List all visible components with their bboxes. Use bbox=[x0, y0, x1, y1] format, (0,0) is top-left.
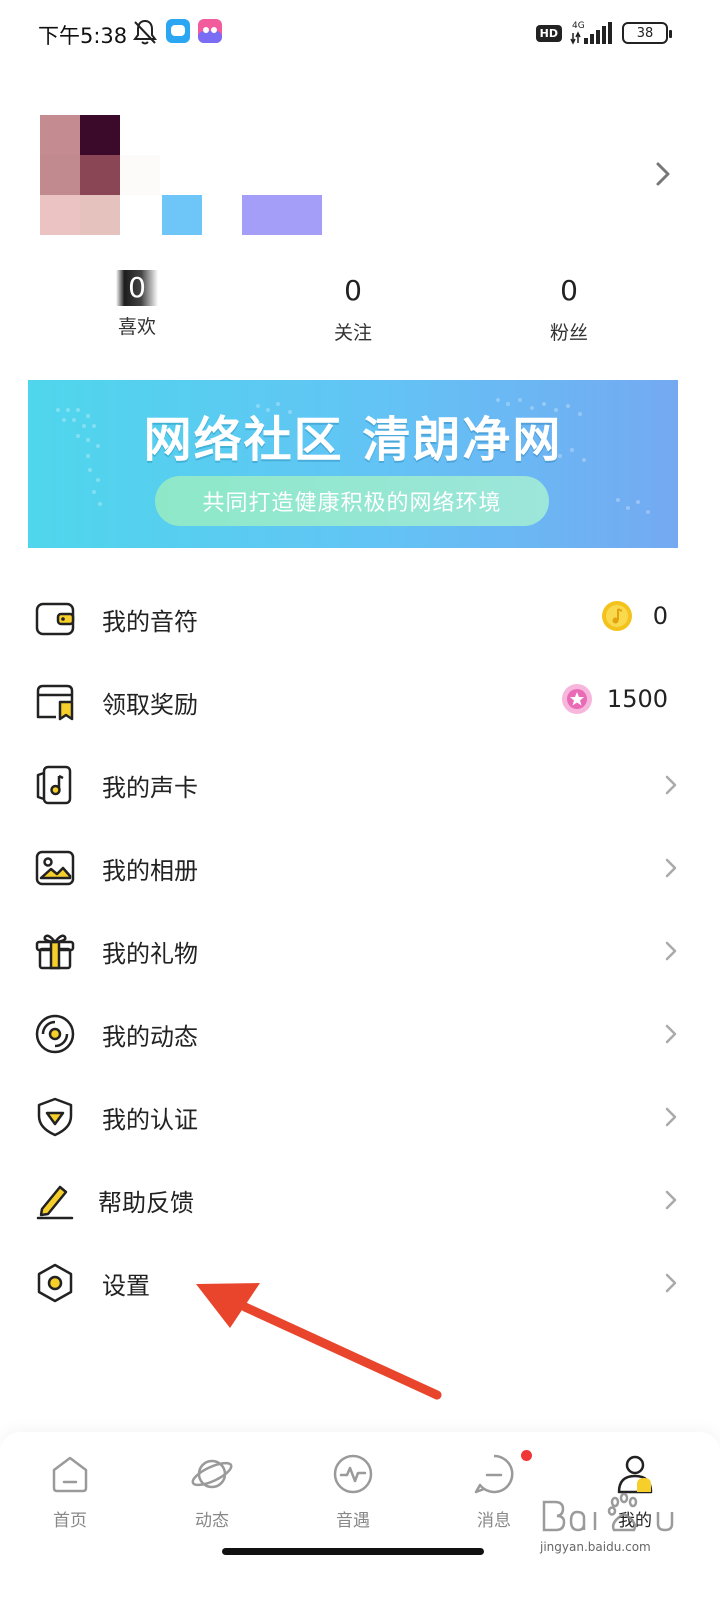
shield-icon bbox=[37, 1097, 73, 1137]
chevron-right-icon bbox=[665, 858, 677, 878]
chevron-right-icon bbox=[665, 941, 677, 961]
stat-value: 0 bbox=[116, 270, 158, 306]
nav-moments[interactable]: 动态 bbox=[162, 1452, 262, 1531]
wallet-icon bbox=[35, 602, 75, 636]
menu-item-verification[interactable]: 我的认证 bbox=[0, 1076, 720, 1159]
profile-header[interactable] bbox=[0, 100, 720, 260]
menu-label: 领取奖励 bbox=[102, 691, 198, 719]
chevron-right-icon bbox=[665, 1190, 677, 1210]
hd-badge: HD bbox=[535, 24, 562, 42]
menu-label: 我的动态 bbox=[102, 1023, 198, 1051]
stat-fans[interactable]: 0 粉丝 bbox=[499, 270, 639, 345]
battery-level: 38 bbox=[636, 25, 654, 41]
nav-label: 音遇 bbox=[336, 1511, 370, 1531]
chevron-right-icon bbox=[665, 775, 677, 795]
nav-label: 消息 bbox=[477, 1511, 511, 1531]
reward-points: 1500 bbox=[606, 685, 668, 713]
menu-label: 我的认证 bbox=[102, 1106, 198, 1134]
pulse-icon bbox=[333, 1454, 373, 1494]
pencil-icon bbox=[36, 1185, 74, 1220]
nav-messages[interactable]: 消息 bbox=[444, 1452, 544, 1531]
stat-label: 粉丝 bbox=[549, 322, 588, 344]
gold-coin-icon bbox=[602, 601, 632, 631]
menu-item-help-feedback[interactable]: 帮助反馈 bbox=[0, 1159, 720, 1242]
app-notification-icon bbox=[166, 19, 190, 43]
nav-encounter[interactable]: 音遇 bbox=[303, 1452, 403, 1531]
promo-banner[interactable]: 网络社区 清朗净网 共同打造健康积极的网络环境 bbox=[28, 380, 678, 548]
stat-value: 0 bbox=[344, 274, 362, 307]
status-right: HD 4G 38 bbox=[535, 18, 672, 48]
gift-icon bbox=[35, 934, 75, 970]
menu-label: 我的礼物 bbox=[102, 940, 198, 968]
settings-icon bbox=[37, 1263, 73, 1303]
nav-label: 动态 bbox=[195, 1511, 229, 1531]
banner-subtitle: 共同打造健康积极的网络环境 bbox=[155, 476, 549, 526]
chevron-right-icon[interactable] bbox=[654, 160, 672, 188]
stats-row: 0 喜欢 0 关注 0 粉丝 bbox=[0, 270, 720, 350]
menu-item-rewards[interactable]: 领取奖励 1500 bbox=[0, 661, 720, 744]
menu-label: 我的相册 bbox=[102, 857, 198, 885]
stat-label: 关注 bbox=[333, 322, 372, 344]
network-type: 4G bbox=[572, 21, 585, 31]
nav-home[interactable]: 首页 bbox=[20, 1452, 120, 1531]
stat-label: 喜欢 bbox=[117, 316, 156, 338]
pink-star-coin-icon bbox=[562, 684, 592, 714]
menu-item-gifts[interactable]: 我的礼物 bbox=[0, 910, 720, 993]
menu-label: 设置 bbox=[102, 1272, 150, 1300]
menu-label: 帮助反馈 bbox=[98, 1189, 194, 1217]
menu-item-album[interactable]: 我的相册 bbox=[0, 827, 720, 910]
signal-icon: 4G bbox=[570, 21, 612, 45]
menu-item-moments[interactable]: 我的动态 bbox=[0, 993, 720, 1076]
battery-icon: 38 bbox=[622, 22, 672, 44]
chevron-right-icon bbox=[665, 1107, 677, 1127]
bell-muted-icon bbox=[133, 19, 157, 45]
menu-item-sound-card[interactable]: 我的声卡 bbox=[0, 744, 720, 827]
menu-label: 我的音符 bbox=[102, 608, 198, 636]
game-notification-icon bbox=[198, 19, 222, 43]
notes-count: 0 bbox=[652, 602, 668, 630]
music-card-icon bbox=[36, 765, 72, 805]
chevron-right-icon bbox=[665, 1024, 677, 1044]
home-indicator[interactable] bbox=[222, 1548, 484, 1555]
annotation-arrow bbox=[196, 1283, 442, 1400]
chevron-right-icon bbox=[665, 1273, 677, 1293]
stat-following[interactable]: 0 关注 bbox=[283, 270, 423, 345]
stat-likes[interactable]: 0 喜欢 bbox=[67, 270, 207, 339]
reward-icon bbox=[36, 684, 74, 721]
nav-label: 首页 bbox=[53, 1511, 87, 1531]
baidu-watermark-logo bbox=[542, 1492, 674, 1532]
banner-title: 网络社区 清朗净网 bbox=[143, 412, 563, 468]
home-icon bbox=[52, 1456, 88, 1493]
planet-icon bbox=[191, 1459, 233, 1489]
notification-dot bbox=[521, 1450, 532, 1461]
menu-item-notes[interactable]: 我的音符 0 bbox=[0, 578, 720, 661]
status-time: 下午5:38 bbox=[38, 24, 128, 48]
disc-icon bbox=[35, 1014, 75, 1054]
menu-label: 我的声卡 bbox=[102, 774, 198, 802]
stat-value: 0 bbox=[560, 274, 578, 307]
album-icon bbox=[35, 850, 75, 886]
watermark-text: jingyan.baidu.com bbox=[540, 1540, 651, 1554]
message-icon bbox=[474, 1454, 514, 1494]
status-bar: 下午5:38 HD 4G 38 bbox=[0, 0, 720, 66]
